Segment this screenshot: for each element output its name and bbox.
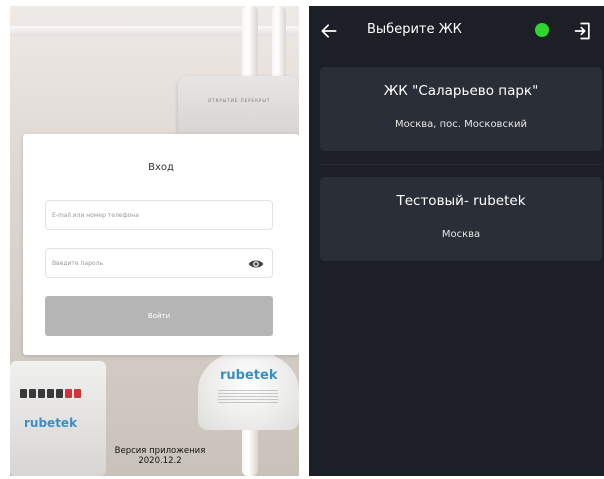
complex-name: Тестовый- rubetek [396,193,526,209]
valve-label: ОТКРЫТИЕ ПЕРЕКРЫТ [208,98,271,103]
background-water-meter: rubetek [198,350,299,430]
complex-city: Москва [441,229,481,240]
meter-brand-logo: rubetek [220,368,278,383]
complex-list-item[interactable]: Тестовый- rubetek Москва [320,177,602,261]
app-version: Версия приложения 2020.12.2 [105,446,215,466]
version-number: 2020.12.2 [138,456,182,466]
arrow-left-icon[interactable] [319,21,339,41]
login-screen: ОТКРЫТИЕ ПЕРЕКРЫТ rubetek rubetek Вход В… [10,6,299,476]
divider [320,164,602,165]
meter-brand-logo: rubetek [24,416,78,430]
complex-select-screen: Выберите ЖК ЖК "Саларьево парк" Москва, … [309,6,604,476]
meter-fine-print [218,390,278,404]
version-label: Версия приложения [114,446,206,456]
background-water-meter: rubetek [10,361,106,476]
email-input[interactable] [46,201,242,229]
complex-city: Москва, пос. Московский [394,119,527,130]
password-field[interactable] [45,248,273,278]
meter-digits [20,389,81,398]
login-card: Вход Войти [23,134,299,355]
complex-name: ЖК "Саларьево парк" [383,83,539,99]
page-title: Выберите ЖК [367,22,462,37]
password-input[interactable] [46,249,242,277]
eye-icon[interactable] [248,256,264,272]
login-title: Вход [148,162,174,173]
app-bar: Выберите ЖК [309,6,604,56]
complex-list-item[interactable]: ЖК "Саларьево парк" Москва, пос. Московс… [320,67,602,151]
exit-icon[interactable] [573,21,593,41]
email-field[interactable] [45,200,273,230]
login-button[interactable]: Войти [45,296,273,336]
status-indicator [535,23,549,37]
